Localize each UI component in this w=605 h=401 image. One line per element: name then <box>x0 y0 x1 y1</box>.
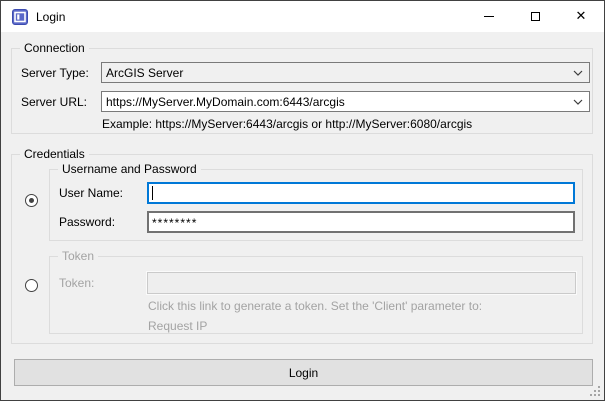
username-password-group-label: Username and Password <box>58 162 201 176</box>
server-type-label: Server Type: <box>21 66 89 80</box>
server-url-example-text: Example: https://MyServer:6443/arcgis or… <box>102 117 472 131</box>
user-name-label: User Name: <box>59 186 123 200</box>
login-dialog: Login ✕ Connection Server Type: ArcGIS S… <box>0 0 605 401</box>
token-field <box>147 272 576 294</box>
user-name-field[interactable] <box>147 182 575 204</box>
token-label: Token: <box>59 276 94 290</box>
text-caret <box>152 186 153 200</box>
connection-group-label: Connection <box>20 41 89 55</box>
server-type-dropdown[interactable]: ArcGIS Server <box>101 62 590 83</box>
server-url-combobox[interactable]: https://MyServer.MyDomain.com:6443/arcgi… <box>101 91 590 112</box>
token-group-label: Token <box>58 249 98 263</box>
radio-token[interactable] <box>25 279 38 292</box>
maximize-button[interactable] <box>512 1 558 32</box>
radio-username-password[interactable] <box>25 194 38 207</box>
token-group: Token <box>49 256 583 334</box>
close-button[interactable]: ✕ <box>558 1 604 32</box>
minimize-icon <box>484 16 494 17</box>
resize-grip[interactable] <box>590 386 601 397</box>
server-type-value: ArcGIS Server <box>106 66 183 80</box>
login-button[interactable]: Login <box>14 359 593 386</box>
form-window-icon <box>12 9 28 25</box>
request-ip-link[interactable]: Request IP <box>148 319 207 333</box>
password-label: Password: <box>59 215 115 229</box>
title-bar[interactable]: Login ✕ <box>1 1 604 32</box>
credentials-group-label: Credentials <box>20 147 89 161</box>
dialog-client-area: Connection Server Type: ArcGIS Server Se… <box>1 32 604 400</box>
window-title: Login <box>36 10 65 24</box>
token-help-text: Click this link to generate a token. Set… <box>148 299 482 313</box>
password-field[interactable] <box>147 211 575 233</box>
maximize-icon <box>531 12 540 21</box>
chevron-down-icon <box>573 70 583 76</box>
server-url-label: Server URL: <box>21 95 87 109</box>
server-url-value: https://MyServer.MyDomain.com:6443/arcgi… <box>106 95 345 109</box>
minimize-button[interactable] <box>466 1 512 32</box>
close-icon: ✕ <box>576 10 587 23</box>
chevron-down-icon <box>573 99 583 105</box>
